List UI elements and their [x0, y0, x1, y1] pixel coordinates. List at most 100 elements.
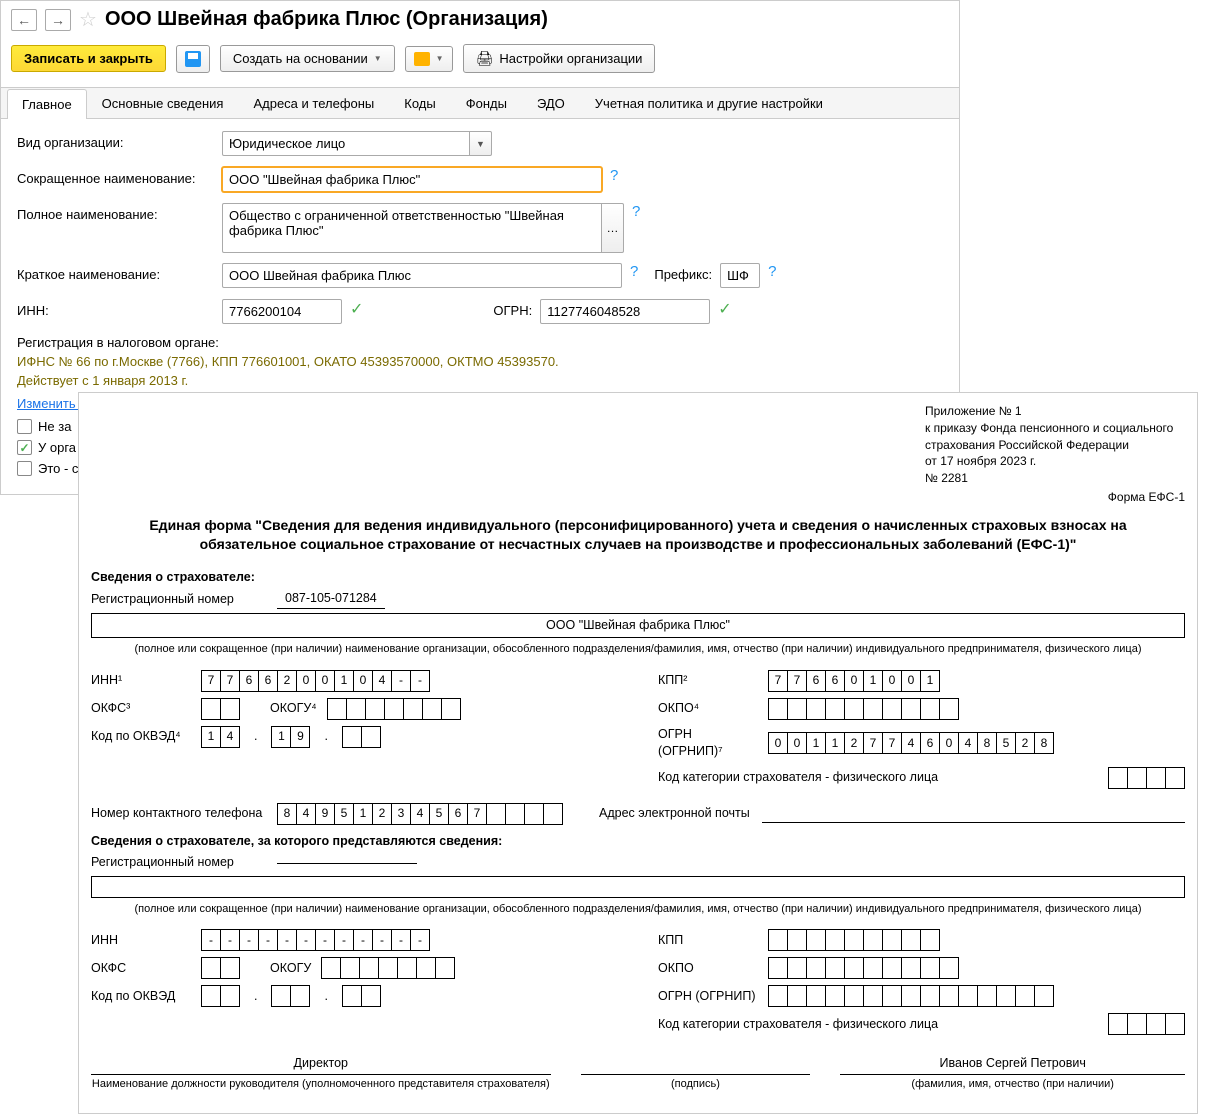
org-name-box: ООО "Швейная фабрика Плюс" — [91, 613, 1185, 639]
okved-boxes-3 — [342, 726, 381, 748]
toolbar: Записать и закрыть Создать на основании▼… — [1, 38, 959, 79]
folder-icon — [414, 52, 430, 66]
chevron-down-icon: ▼ — [374, 54, 382, 63]
cat-boxes — [1108, 767, 1185, 789]
kpp-boxes: 776601001 — [768, 670, 940, 692]
okogu-boxes — [327, 698, 461, 720]
okogu2-label: ОКОГУ — [270, 960, 311, 978]
director-line: Директор — [91, 1057, 551, 1075]
tab-general[interactable]: Основные сведения — [87, 88, 239, 118]
title-bar: ← → ☆ ООО Швейная фабрика Плюс (Организа… — [1, 1, 959, 38]
cb2-label: У орга — [38, 440, 76, 455]
section2-header: Сведения о страхователе, за которого пре… — [91, 833, 1185, 851]
create-based-button[interactable]: Создать на основании▼ — [220, 45, 395, 72]
kpp2-label: КПП — [658, 932, 758, 950]
help-icon[interactable]: ? — [632, 203, 640, 220]
okved2-label: Код по ОКВЭД — [91, 988, 191, 1006]
folder-button[interactable]: ▼ — [405, 46, 453, 72]
inn-boxes: 7766200104-- — [201, 670, 430, 692]
inn2-boxes: ------------ — [201, 929, 430, 951]
checkbox-1[interactable] — [17, 419, 32, 434]
save-close-button[interactable]: Записать и закрыть — [11, 45, 166, 72]
reg-num-label: Регистрационный номер — [91, 591, 271, 609]
save-button[interactable] — [176, 45, 210, 73]
prefix-input[interactable] — [720, 263, 760, 288]
cb1-label: Не за — [38, 419, 71, 434]
checkbox-2[interactable] — [17, 440, 32, 455]
okpo2-label: ОКПО — [658, 960, 758, 978]
cb3-label: Это - с — [38, 461, 78, 476]
tabs: Главное Основные сведения Адреса и телеф… — [1, 87, 959, 119]
tax-info-1: ИФНС № 66 по г.Москве (7766), КПП 776601… — [17, 354, 943, 369]
kpp2-boxes — [768, 929, 940, 951]
okpo-label: ОКПО⁴ — [658, 700, 758, 718]
okpo-boxes — [768, 698, 959, 720]
director-name-line: Иванов Сергей Петрович — [840, 1057, 1185, 1075]
okpo2-boxes — [768, 957, 959, 979]
org-settings-button[interactable]: Настройки организации — [463, 44, 656, 73]
name-note: (полное или сокращенное (при наличии) на… — [91, 642, 1185, 657]
tab-policy[interactable]: Учетная политика и другие настройки — [580, 88, 838, 118]
ogrn-label: ОГРН: — [493, 299, 532, 318]
org-name-box-2 — [91, 876, 1185, 898]
okfs-boxes — [201, 698, 240, 720]
okved-boxes-2: 19 — [271, 726, 310, 748]
reg-num2-value — [277, 863, 417, 864]
sig-cap-3: (фамилия, имя, отчество (при наличии) — [840, 1077, 1185, 1092]
section1-header: Сведения о страхователе: — [91, 569, 1185, 587]
help-icon[interactable]: ? — [610, 167, 618, 184]
brief-name-input[interactable] — [222, 263, 622, 288]
short-name-input[interactable] — [222, 167, 602, 192]
cat2-label: Код категории страхователя - физического… — [658, 1016, 938, 1034]
short-name-label: Сокращенное наименование: — [17, 167, 222, 186]
forward-button[interactable]: → — [45, 9, 71, 31]
save-icon — [185, 51, 201, 67]
sig-cap-1: Наименование должности руководителя (упо… — [91, 1077, 551, 1092]
okogu2-boxes — [321, 957, 455, 979]
cat-label: Код категории страхователя - физического… — [658, 769, 938, 787]
full-name-expand[interactable]: … — [602, 203, 624, 253]
brief-name-label: Краткое наименование: — [17, 263, 222, 282]
okfs2-boxes — [201, 957, 240, 979]
phone-label: Номер контактного телефона — [91, 805, 271, 823]
form-code: Форма ЕФС-1 — [91, 489, 1185, 506]
org-settings-label: Настройки организации — [499, 51, 642, 66]
full-name-label: Полное наименование: — [17, 203, 222, 222]
tab-edo[interactable]: ЭДО — [522, 88, 580, 118]
check-icon: ✓ — [718, 299, 731, 319]
ogrn-boxes: 001127746048528 — [768, 732, 1054, 754]
ogrn-doc-label: ОГРН (ОГРНИП)⁷ — [658, 726, 758, 761]
tab-main[interactable]: Главное — [7, 89, 87, 119]
name-note-2: (полное или сокращенное (при наличии) на… — [91, 902, 1185, 917]
okved2-boxes-1 — [201, 985, 240, 1007]
prefix-label: Префикс: — [654, 263, 712, 282]
okved2-boxes-2 — [271, 985, 310, 1007]
reg-num-value: 087-105-071284 — [277, 590, 385, 609]
cat2-boxes — [1108, 1013, 1185, 1035]
ogrn2-label: ОГРН (ОГРНИП) — [658, 988, 758, 1006]
tab-funds[interactable]: Фонды — [451, 88, 522, 118]
email-underline — [762, 805, 1185, 823]
kpp-label: КПП² — [658, 672, 758, 690]
tab-codes[interactable]: Коды — [389, 88, 450, 118]
ogrn-input[interactable] — [540, 299, 710, 324]
okved-label: Код по ОКВЭД⁴ — [91, 728, 191, 746]
full-name-input[interactable]: Общество с ограниченной ответственностью… — [222, 203, 602, 253]
inn2-label: ИНН — [91, 932, 191, 950]
org-type-input[interactable] — [222, 131, 470, 156]
okved2-boxes-3 — [342, 985, 381, 1007]
checkbox-3[interactable] — [17, 461, 32, 476]
reg-num2-label: Регистрационный номер — [91, 854, 271, 872]
inn-input[interactable] — [222, 299, 342, 324]
print-icon — [476, 50, 494, 67]
efs1-document: Приложение № 1 к приказу Фонда пенсионно… — [78, 392, 1198, 1114]
star-icon[interactable]: ☆ — [79, 7, 97, 32]
back-button[interactable]: ← — [11, 9, 37, 31]
inn-label: ИНН: — [17, 299, 222, 318]
org-type-dropdown[interactable]: ▼ — [470, 131, 492, 156]
help-icon[interactable]: ? — [630, 263, 638, 280]
okfs2-label: ОКФС — [91, 960, 191, 978]
doc-title: Единая форма "Сведения для ведения индив… — [131, 516, 1145, 555]
tab-address[interactable]: Адреса и телефоны — [238, 88, 389, 118]
help-icon[interactable]: ? — [768, 263, 776, 280]
